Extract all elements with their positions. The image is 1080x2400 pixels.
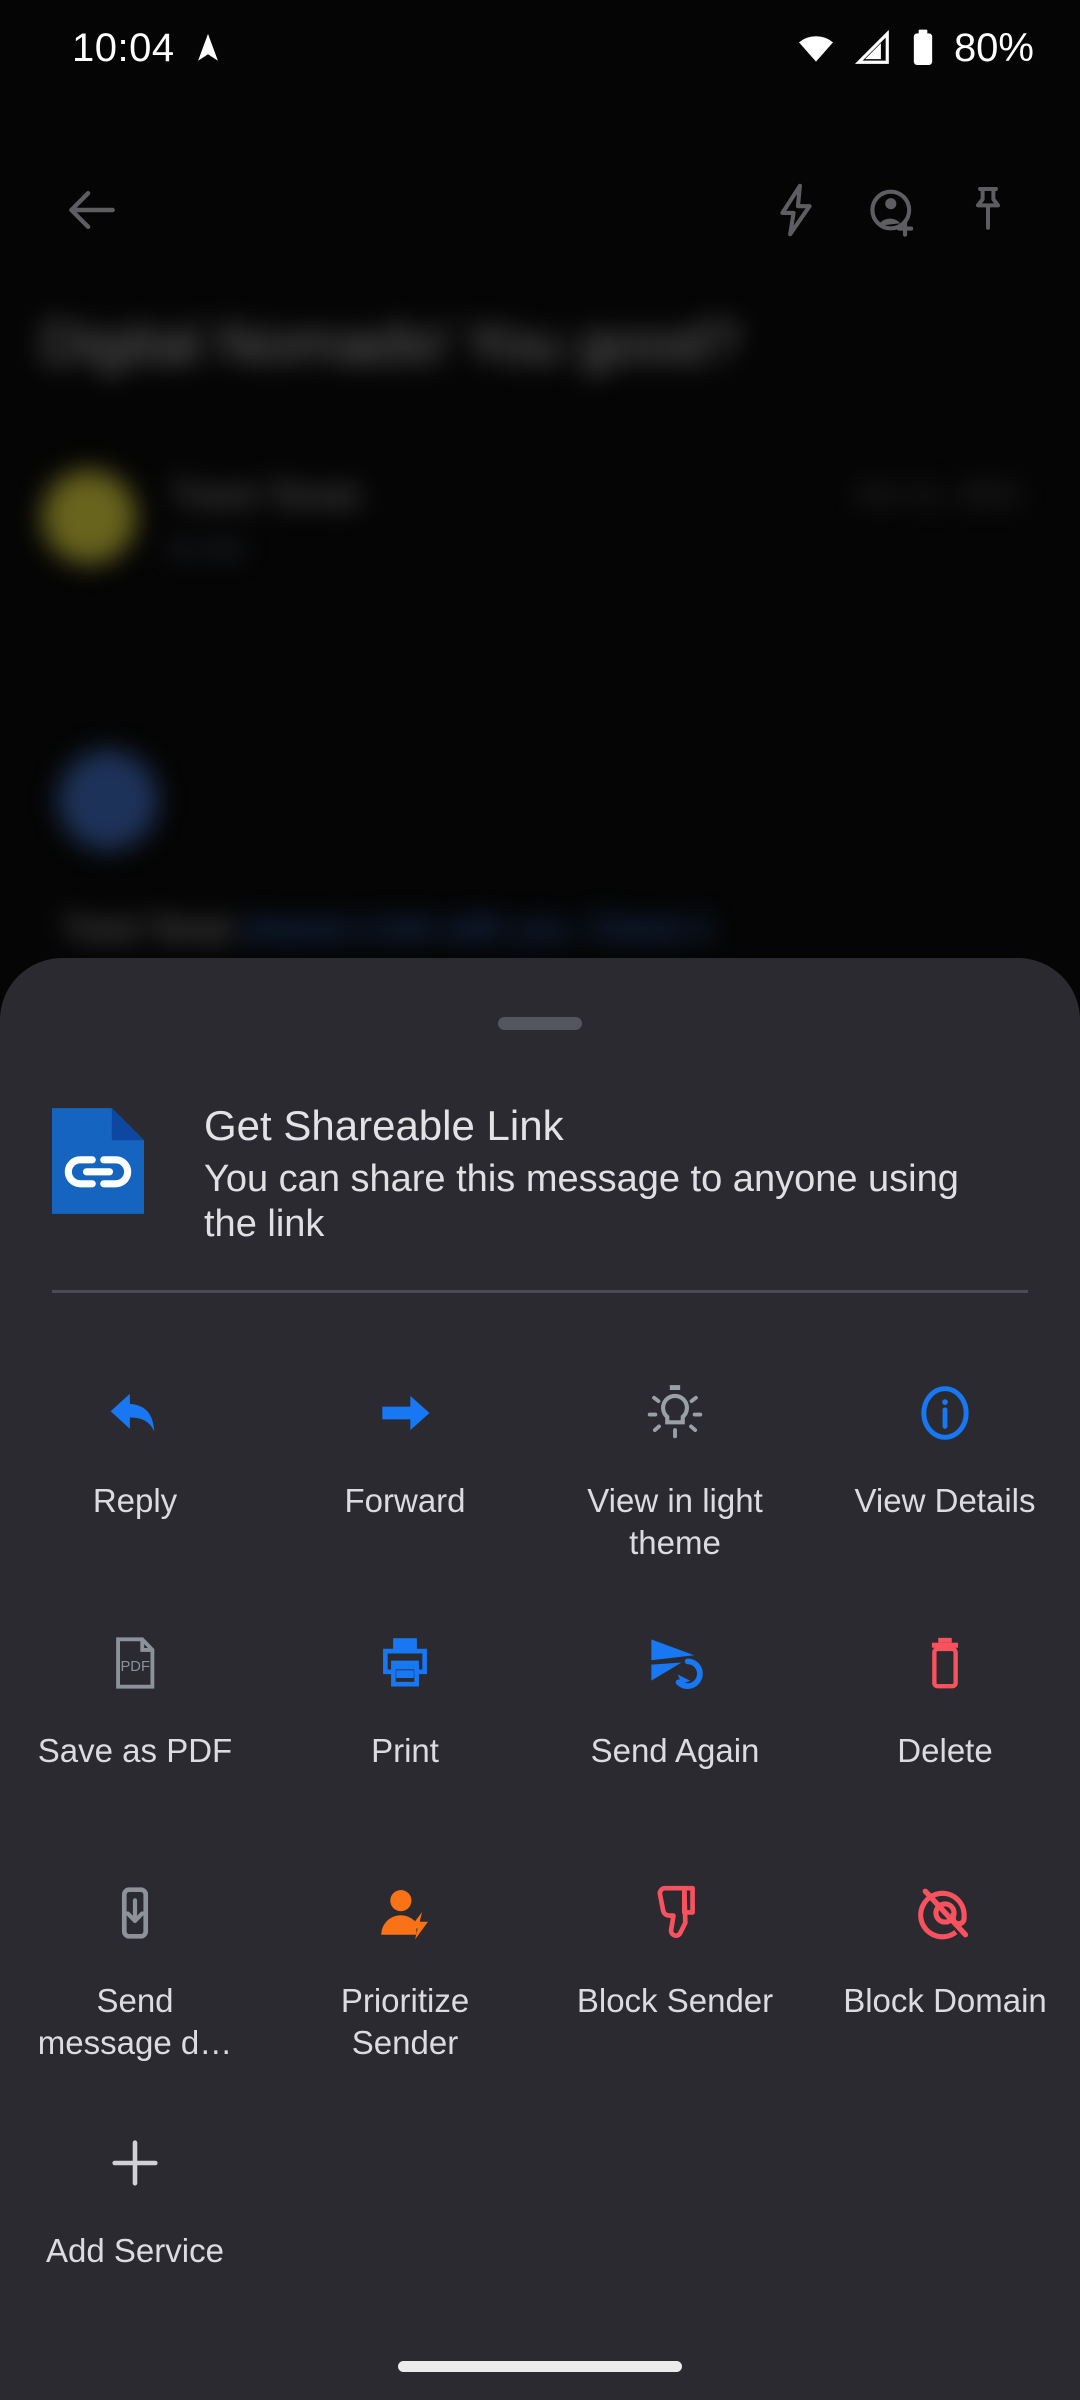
lightbulb-icon	[644, 1374, 706, 1452]
email-sender-name: Trent Tenet	[170, 475, 360, 518]
info-circle-icon	[914, 1374, 976, 1452]
action-view-light-theme[interactable]: View in light theme	[540, 1348, 810, 1598]
phone-screen: 10:04 80%	[0, 0, 1080, 2400]
status-bar-clock: 10:04	[72, 26, 175, 71]
home-gesture-bar[interactable]	[398, 2361, 682, 2372]
status-bar: 10:04 80%	[0, 0, 1080, 96]
action-label: Add Service	[46, 2230, 224, 2272]
action-send-again[interactable]: Send Again	[540, 1598, 810, 1848]
action-forward[interactable]: Forward	[270, 1348, 540, 1598]
status-bar-left: 10:04	[72, 26, 225, 71]
trash-icon	[916, 1624, 974, 1702]
action-send-message-device[interactable]: Send message d…	[0, 1848, 270, 2098]
action-label: Reply	[93, 1480, 177, 1522]
action-save-as-pdf[interactable]: PDF Save as PDF	[0, 1598, 270, 1848]
email-date: Oct 11, 2021	[854, 478, 1024, 512]
pdf-document-icon: PDF	[106, 1624, 164, 1702]
sheet-header: Get Shareable Link You can share this me…	[0, 1100, 1080, 1247]
action-label: Prioritize Sender	[298, 1980, 513, 2064]
plus-icon	[106, 2124, 164, 2202]
sheet-divider	[52, 1290, 1028, 1293]
forward-arrow-icon	[373, 1374, 437, 1452]
prioritize-sender-icon	[374, 1874, 436, 1952]
action-label: Save as PDF	[38, 1730, 232, 1772]
reply-arrow-icon	[101, 1374, 169, 1452]
action-label: Print	[371, 1730, 439, 1772]
battery-icon	[910, 28, 936, 68]
email-recipient-line: to me	[170, 532, 245, 566]
action-label: View Details	[855, 1480, 1036, 1522]
svg-text:PDF: PDF	[120, 1659, 149, 1675]
sheet-drag-handle[interactable]	[498, 1017, 582, 1030]
email-body-line: Trent Tenet shared a link with you. Chec…	[62, 910, 710, 949]
action-prioritize-sender[interactable]: Prioritize Sender	[270, 1848, 540, 2098]
action-grid: Reply Forward	[0, 1348, 1080, 2348]
action-block-domain[interactable]: Block Domain	[810, 1848, 1080, 2098]
action-view-details[interactable]: View Details	[810, 1348, 1080, 1598]
back-arrow-icon[interactable]	[44, 162, 140, 258]
action-label: View in light theme	[568, 1480, 783, 1564]
send-again-icon	[642, 1624, 708, 1702]
share-bottom-sheet: Get Shareable Link You can share this me…	[0, 958, 1080, 2400]
avatar	[42, 470, 136, 564]
action-delete[interactable]: Delete	[810, 1598, 1080, 1848]
email-body-avatar	[58, 750, 158, 850]
email-body-link: shared a link with you. Check it	[242, 910, 711, 948]
action-block-sender[interactable]: Block Sender	[540, 1848, 810, 2098]
action-label: Delete	[897, 1730, 992, 1772]
send-message-device-icon	[107, 1874, 163, 1952]
action-label: Block Sender	[577, 1980, 773, 2022]
app-toolbar	[0, 150, 1080, 270]
email-subject: Digital Nomads! You good?	[40, 310, 740, 377]
status-bar-right: 80%	[796, 26, 1034, 71]
action-reply[interactable]: Reply	[0, 1348, 270, 1598]
navigation-arrow-icon	[191, 31, 225, 65]
action-label: Send Again	[591, 1730, 760, 1772]
battery-percent-label: 80%	[954, 26, 1034, 71]
action-label: Block Domain	[843, 1980, 1047, 2022]
link-document-icon	[52, 1108, 144, 1214]
email-body-lead: Trent Tenet	[62, 910, 232, 948]
blurred-email-background: Digital Nomads! You good? Trent Tenet to…	[0, 270, 1080, 970]
cellular-signal-icon	[854, 29, 892, 67]
action-label: Send message d…	[28, 1980, 243, 2064]
thumbs-down-icon	[644, 1874, 706, 1952]
sheet-header-text: Get Shareable Link You can share this me…	[204, 1100, 1004, 1247]
action-add-service[interactable]: Add Service	[0, 2098, 270, 2348]
printer-icon	[374, 1624, 436, 1702]
sheet-subtitle: You can share this message to anyone usi…	[204, 1157, 1004, 1247]
lightning-bolt-icon[interactable]	[748, 162, 844, 258]
sheet-title: Get Shareable Link	[204, 1100, 1004, 1151]
pin-icon[interactable]	[940, 162, 1036, 258]
block-domain-icon	[914, 1874, 976, 1952]
action-print[interactable]: Print	[270, 1598, 540, 1848]
action-label: Forward	[344, 1480, 465, 1522]
wifi-icon	[796, 28, 836, 68]
add-contact-icon[interactable]	[844, 162, 940, 258]
